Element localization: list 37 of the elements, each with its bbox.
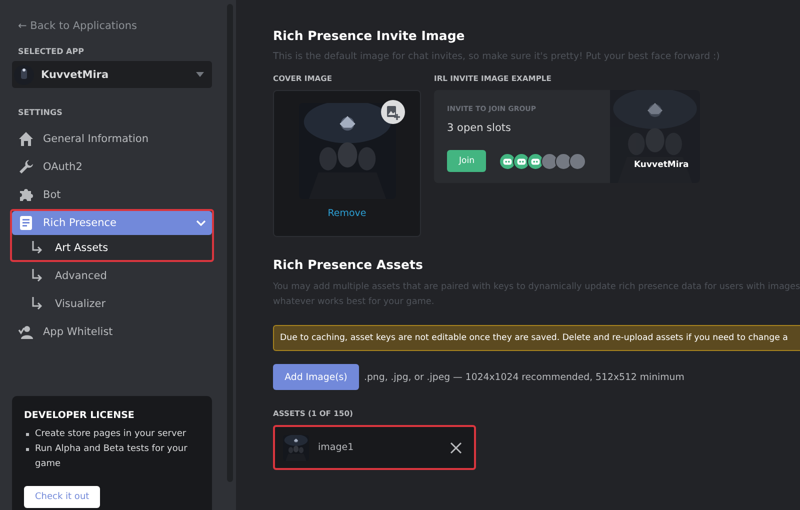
wrench-icon bbox=[18, 159, 34, 175]
bullet-text: Run Alpha and Beta tests for your game bbox=[35, 443, 188, 471]
section-title: Rich Presence Invite Image bbox=[273, 28, 466, 43]
return-arrow-icon bbox=[31, 240, 43, 254]
nav-item[interactable]: Bot bbox=[12, 181, 212, 209]
app-dropdown[interactable]: KuvvetMira bbox=[12, 61, 212, 88]
bullet-icon bbox=[26, 433, 29, 436]
format-hint: .png, .jpg, or .jpeg — 1024x1024 recommended, 512x512 minimum bbox=[364, 372, 684, 382]
caret-icon bbox=[196, 72, 204, 77]
home-icon bbox=[18, 131, 34, 147]
warning-banner: Due to caching, asset keys are not editable once they are saved. Delete and re-upload assets if you need to change a bbox=[273, 325, 800, 351]
invite-text: 3 open slots bbox=[447, 122, 512, 134]
add-image-icon[interactable] bbox=[380, 100, 404, 124]
remove-link[interactable]: Remove bbox=[328, 208, 366, 219]
back-link[interactable]: ← Back to Applications bbox=[18, 20, 212, 32]
nav-subitem[interactable]: Visualizer bbox=[12, 290, 212, 318]
puzzle-icon bbox=[18, 187, 34, 203]
section-title: Rich Presence Assets bbox=[273, 257, 424, 272]
bullet-text: Create store pages in your server bbox=[35, 428, 186, 441]
license-title: DEVELOPER LICENSE bbox=[24, 410, 136, 421]
nav-subitem[interactable]: Advanced bbox=[12, 262, 212, 290]
app-name: KuvvetMira bbox=[634, 160, 689, 170]
app-name: KuvvetMira bbox=[41, 68, 110, 80]
document-icon bbox=[18, 215, 34, 231]
nav-item[interactable]: General Information bbox=[12, 125, 212, 153]
nav-item[interactable]: App Whitelist bbox=[12, 318, 212, 346]
close-icon[interactable] bbox=[450, 442, 462, 454]
user-check-icon bbox=[18, 324, 34, 340]
nav-subitem[interactable]: Art Assets bbox=[12, 235, 212, 260]
return-arrow-icon bbox=[31, 297, 43, 311]
nav-item[interactable]: OAuth2 bbox=[12, 153, 212, 181]
section-label: SELECTED APP bbox=[18, 47, 85, 56]
bullet-icon bbox=[26, 448, 29, 451]
return-arrow-icon bbox=[31, 269, 43, 283]
asset-name: image1 bbox=[318, 442, 355, 453]
section-label: SETTINGS bbox=[18, 108, 64, 117]
asset-item[interactable]: image1 bbox=[273, 425, 476, 470]
